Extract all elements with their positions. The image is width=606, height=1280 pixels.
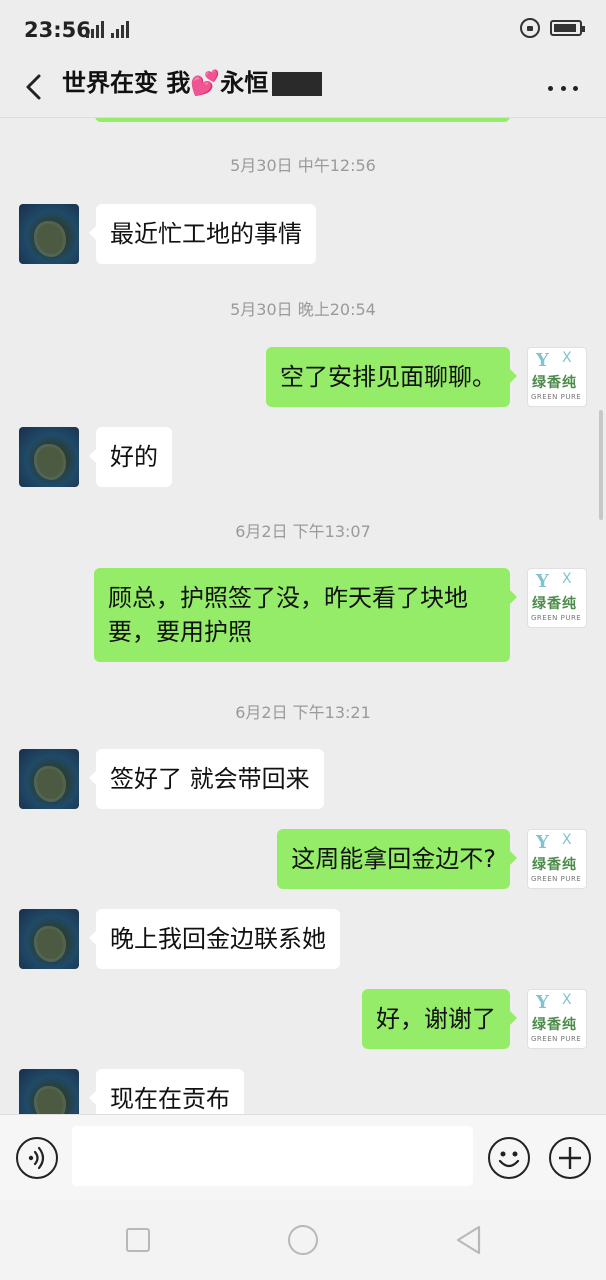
sent-message[interactable]: 顾总，护照签了没，昨天看了块地要，要用护照 bbox=[94, 568, 517, 662]
plus-icon bbox=[559, 1147, 581, 1169]
chat-message-list[interactable]: 5月30日 中午12:56 最近忙工地的事情 5月30日 晚上20:54 空了安… bbox=[0, 118, 606, 1114]
timestamp: 6月2日 下午13:21 bbox=[235, 703, 371, 722]
message-input-bar bbox=[0, 1114, 606, 1200]
received-message[interactable]: 现在在贡布 bbox=[89, 1069, 244, 1114]
timestamp: 5月30日 晚上20:54 bbox=[230, 300, 376, 319]
contact-avatar[interactable] bbox=[19, 1069, 79, 1114]
sent-message[interactable]: 好，谢谢了 bbox=[362, 989, 517, 1049]
more-dots-icon[interactable] bbox=[548, 86, 578, 92]
contact-avatar[interactable] bbox=[19, 749, 79, 809]
message-input[interactable] bbox=[72, 1126, 473, 1186]
system-navigation-bar bbox=[0, 1200, 606, 1280]
scrollbar[interactable] bbox=[599, 410, 603, 520]
status-bar: 23:56 bbox=[0, 0, 606, 60]
previous-sent-bubble bbox=[95, 118, 510, 122]
received-message[interactable]: 签好了 就会带回来 bbox=[89, 749, 324, 809]
voice-button[interactable] bbox=[16, 1137, 58, 1179]
emoji-button[interactable] bbox=[488, 1137, 530, 1179]
status-icons bbox=[520, 18, 585, 38]
timestamp: 5月30日 中午12:56 bbox=[230, 156, 376, 175]
emoji-icon bbox=[498, 1151, 520, 1168]
signal-icon bbox=[86, 20, 129, 38]
sent-message[interactable]: 空了安排见面聊聊。 bbox=[266, 347, 517, 407]
contact-avatar[interactable] bbox=[19, 909, 79, 969]
contact-avatar[interactable] bbox=[19, 204, 79, 264]
chat-header: 世界在变 我💕永恒 bbox=[0, 56, 606, 118]
self-avatar[interactable]: Y X 绿香纯 GREEN PURE bbox=[527, 347, 587, 407]
status-time: 23:56 bbox=[24, 18, 91, 42]
self-avatar[interactable]: Y X 绿香纯 GREEN PURE bbox=[527, 829, 587, 889]
received-message[interactable]: 晚上我回金边联系她 bbox=[89, 909, 340, 969]
more-functions-button[interactable] bbox=[549, 1137, 591, 1179]
battery-icon bbox=[550, 20, 585, 36]
redaction-block bbox=[272, 72, 323, 96]
timestamp: 6月2日 下午13:07 bbox=[235, 522, 371, 541]
chat-title: 世界在变 我💕永恒 bbox=[62, 68, 323, 98]
received-message[interactable]: 最近忙工地的事情 bbox=[89, 204, 316, 264]
lock-rotation-icon bbox=[520, 18, 540, 38]
received-message[interactable]: 好的 bbox=[89, 427, 172, 487]
recent-apps-icon[interactable] bbox=[126, 1228, 150, 1252]
self-avatar[interactable]: Y X 绿香纯 GREEN PURE bbox=[527, 989, 587, 1049]
self-avatar[interactable]: Y X 绿香纯 GREEN PURE bbox=[527, 568, 587, 628]
home-icon[interactable] bbox=[288, 1225, 318, 1255]
contact-avatar[interactable] bbox=[19, 427, 79, 487]
chevron-left-icon[interactable] bbox=[18, 70, 52, 104]
voice-icon bbox=[28, 1146, 45, 1170]
back-triangle-icon[interactable] bbox=[454, 1224, 482, 1256]
sent-message[interactable]: 这周能拿回金边不? bbox=[277, 829, 517, 889]
